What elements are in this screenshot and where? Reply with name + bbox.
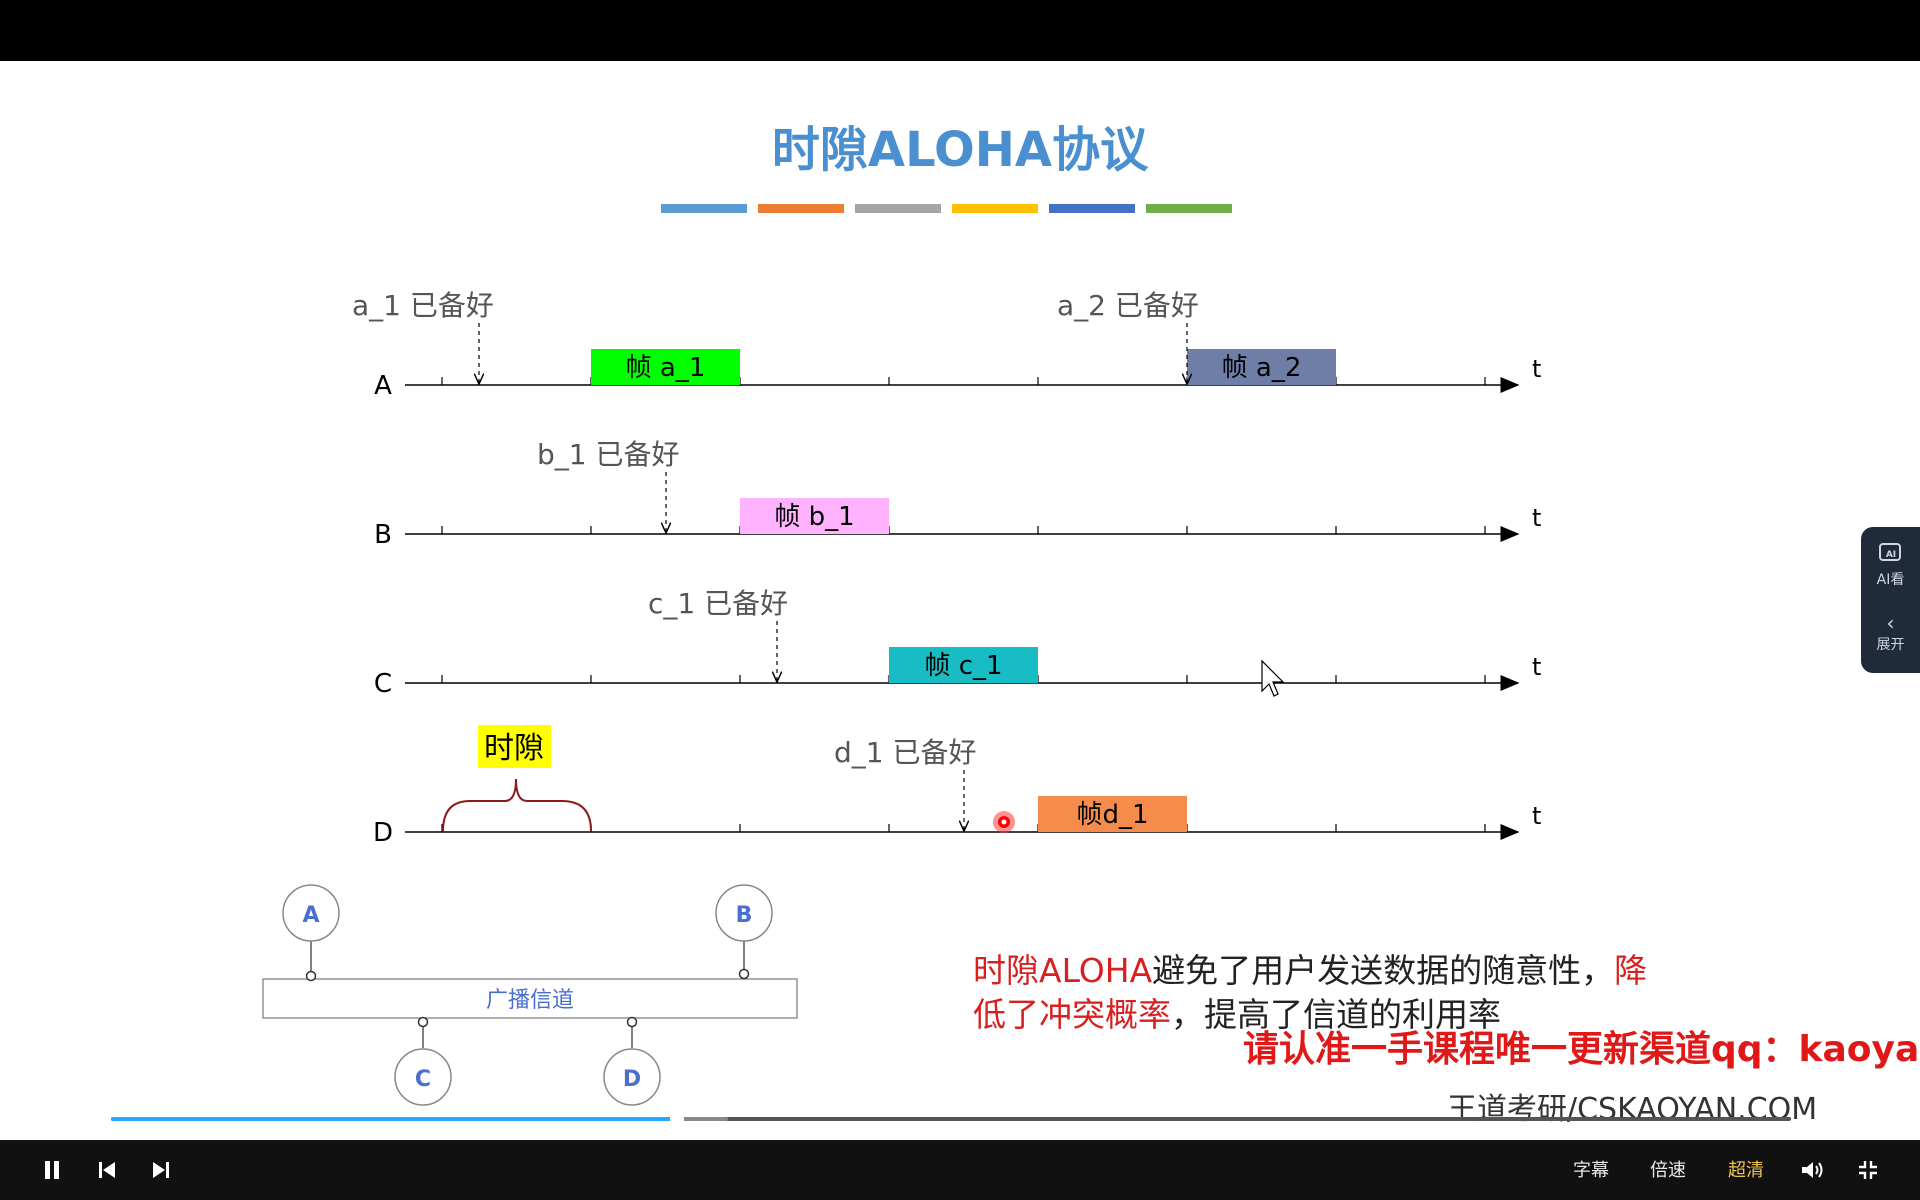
station-label: A (374, 371, 392, 401)
total-time: 00:30:16 (1819, 1112, 1882, 1128)
timeline-a: At 帧 a_1 帧 a_2 a_1 已备好 a_2 已备好 (352, 289, 1541, 401)
current-time: 00:10:51 (40, 1112, 103, 1128)
subtitle-button[interactable]: 字幕 (1573, 1156, 1609, 1182)
time-axis-label: t (1532, 653, 1541, 681)
time-axis-label: t (1532, 355, 1541, 383)
node-b-label: B (736, 903, 753, 928)
timeline-b: Bt 帧 b_1 b_1 已备好 (374, 438, 1541, 550)
ready-label: a_1 已备好 (352, 289, 494, 322)
pause-icon (45, 1161, 59, 1179)
exit-fullscreen-button[interactable] (1852, 1154, 1884, 1186)
speed-button[interactable]: 倍速 (1650, 1156, 1686, 1182)
broadcast-network-diagram: 广播信道 A B C D (262, 884, 798, 1106)
svg-text:AI: AI (1885, 550, 1895, 560)
ready-label: c_1 已备好 (648, 587, 788, 620)
title-bar-0 (661, 204, 747, 213)
time-axis-label: t (1532, 802, 1541, 830)
mouse-cursor-icon (1261, 659, 1285, 697)
frame-label: 帧 b_1 (774, 502, 854, 532)
slot-brace (442, 778, 592, 832)
volume-icon (1802, 1162, 1823, 1178)
chevron-left-icon: ‹ (1886, 611, 1895, 635)
volume-button[interactable] (1797, 1154, 1829, 1186)
quality-button[interactable]: 超清 (1728, 1156, 1764, 1182)
pause-button[interactable] (38, 1154, 66, 1186)
frame-label: 帧d_1 (1076, 800, 1148, 830)
title-bar-3 (952, 204, 1038, 213)
timeline-c: Ct 帧 c_1 c_1 已备好 (374, 587, 1542, 699)
title-bar-1 (758, 204, 844, 213)
player-controls: 字幕 倍速 超清 (0, 1140, 1920, 1200)
progress-played (111, 1117, 678, 1121)
next-button[interactable] (147, 1154, 175, 1186)
slide-canvas: 时隙ALOHA协议 At 帧 a_1 帧 a_2 a_1 已备好 a_2 已备好 Bt 帧 … (262, 122, 1920, 1127)
title-color-bars (661, 204, 1232, 213)
ready-label: b_1 已备好 (537, 438, 680, 471)
watermark-brand: 王道考研/CSKAOYAN.COM (1447, 1092, 1817, 1127)
progress-bar[interactable] (111, 1112, 1791, 1126)
node-d-label: D (623, 1067, 641, 1092)
time-axis-label: t (1532, 504, 1541, 532)
ready-label: a_2 已备好 (1057, 289, 1199, 322)
laser-pointer-center (1001, 819, 1007, 825)
node-c-label: C (415, 1067, 431, 1092)
ready-label: d_1 已备好 (834, 736, 977, 769)
title-bar-2 (855, 204, 941, 213)
frame-label: 帧 c_1 (924, 651, 1002, 681)
expand-label: 展开 (1876, 637, 1905, 653)
ai-watch-icon: AI (1878, 543, 1901, 561)
ai-watch-button[interactable]: AI AI看 (1861, 541, 1920, 589)
node-a-label: A (302, 903, 319, 928)
exit-fullscreen-icon (1859, 1161, 1877, 1179)
frame-label: 帧 a_2 (1222, 353, 1302, 383)
watermark-qq: 请认准一手课程唯一更新渠道qq：kaoyans985 (1243, 1029, 1920, 1070)
station-label: B (374, 520, 392, 550)
note-line-1: 时隙ALOHA避免了用户发送数据的随意性，降 (973, 951, 1647, 990)
station-label: C (374, 669, 392, 699)
ai-watch-label: AI看 (1876, 572, 1905, 588)
slide-title: 时隙ALOHA协议 (772, 122, 1149, 178)
previous-button[interactable] (93, 1154, 121, 1186)
slot-label: 时隙 (484, 731, 544, 766)
slide: 时隙ALOHA协议 At 帧 a_1 帧 a_2 a_1 已备好 a_2 已备好 Bt 帧 … (0, 61, 1920, 1140)
previous-icon (99, 1162, 115, 1178)
expand-button[interactable]: ‹ 展开 (1861, 612, 1920, 654)
title-bar-5 (1146, 204, 1232, 213)
station-label: D (373, 818, 393, 848)
title-bar-4 (1049, 204, 1135, 213)
next-icon (153, 1162, 169, 1178)
broadcast-channel-label: 广播信道 (486, 988, 574, 1013)
frame-label: 帧 a_1 (626, 353, 706, 383)
side-panel: AI AI看 ‹ 展开 (1861, 527, 1920, 673)
